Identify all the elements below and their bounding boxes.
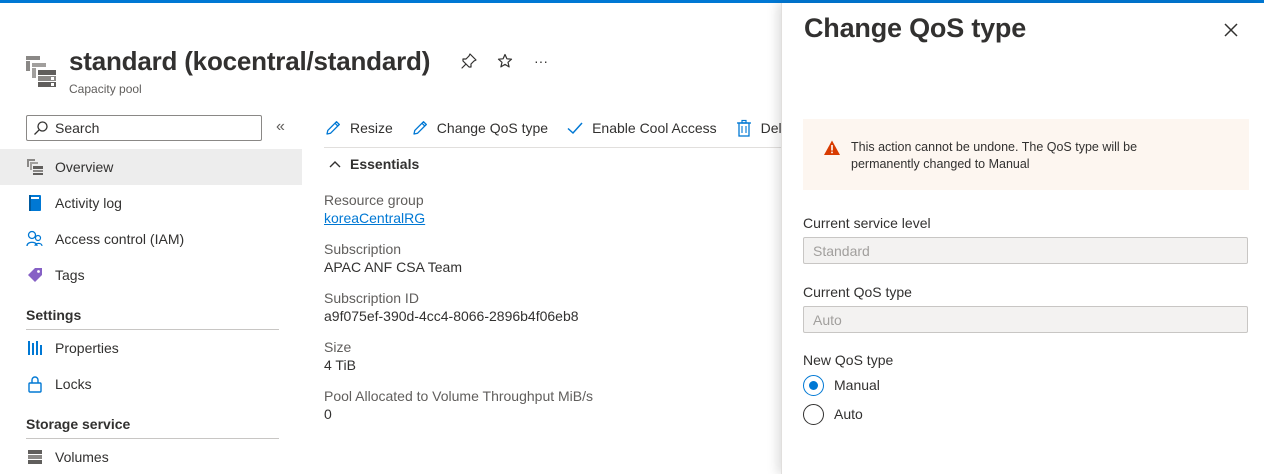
iam-icon [26, 230, 44, 248]
sidebar-item-volumes[interactable]: Volumes [0, 439, 302, 474]
page-subtitle: Capacity pool [69, 82, 142, 96]
sidebar-item-label: Properties [55, 340, 119, 356]
essentials-toggle[interactable]: Essentials [328, 156, 419, 172]
current-service-level-field: Current service level [803, 214, 1248, 264]
prop-subscription-id: Subscription ID a9f075ef-390d-4cc4-8066-… [324, 290, 579, 324]
warning-banner: This action cannot be undone. The QoS ty… [803, 119, 1249, 190]
capacity-pool-icon [24, 54, 60, 90]
resize-button[interactable]: Resize [324, 119, 393, 137]
title-actions: ··· [460, 52, 550, 70]
prop-size: Size 4 TiB [324, 339, 356, 373]
star-icon[interactable] [496, 52, 514, 70]
resource-group-link[interactable]: koreaCentralRG [324, 209, 593, 228]
warning-text: This action cannot be undone. The QoS ty… [851, 140, 1138, 171]
capacity-pool-icon [26, 158, 44, 176]
qos-option-auto[interactable]: Auto [803, 403, 893, 425]
radio-selected-icon[interactable] [803, 374, 824, 396]
trash-icon [736, 119, 751, 137]
current-qos-type-field: Current QoS type [803, 283, 1248, 333]
lock-icon [26, 375, 44, 393]
sidebar-item-label: Access control (IAM) [55, 231, 185, 247]
sidebar-item-label: Volumes [55, 449, 109, 465]
new-qos-type-field: New QoS type Manual Auto [803, 351, 893, 432]
pin-icon[interactable] [460, 52, 478, 70]
sidebar-item-activity-log[interactable]: Activity log [0, 185, 302, 221]
checkmark-icon [567, 122, 583, 135]
warning-icon [823, 139, 841, 157]
collapse-nav-icon[interactable]: « [276, 118, 285, 136]
more-actions-icon[interactable]: ··· [532, 52, 550, 70]
sidebar-item-tags[interactable]: Tags [0, 257, 302, 293]
current-service-level-input [803, 237, 1248, 264]
sidebar-item-overview[interactable]: Overview [0, 149, 302, 185]
volumes-icon [26, 448, 44, 466]
command-bar-divider [324, 147, 782, 148]
sidebar-item-label: Locks [55, 376, 92, 392]
activity-log-icon [26, 194, 44, 212]
change-qos-type-button[interactable]: Change QoS type [411, 119, 548, 137]
resource-header: standard (kocentral/standard) Capacity p… [24, 46, 430, 96]
essentials-properties: Resource group koreaCentralRG Subscripti… [324, 191, 593, 436]
prop-resource-group: Resource group koreaCentralRG [324, 191, 593, 228]
blade-title: Change QoS type [804, 13, 1027, 43]
change-qos-blade: Change QoS type This action cannot be un… [781, 3, 1264, 474]
qos-option-manual[interactable]: Manual [803, 374, 893, 396]
sidebar-nav: Overview Activity log Access control (IA… [0, 149, 302, 474]
current-qos-type-input [803, 306, 1248, 333]
pencil-icon [326, 121, 340, 135]
nav-section-storage-service: Storage service [26, 416, 131, 432]
chevron-up-icon [329, 161, 341, 168]
command-bar: Resize Change QoS type Enable Cool Acces… [324, 113, 819, 143]
search-input[interactable] [55, 120, 255, 136]
nav-search-box[interactable] [26, 115, 262, 141]
prop-throughput: Pool Allocated to Volume Throughput MiB/… [324, 388, 594, 422]
nav-section-settings: Settings [26, 307, 82, 323]
sidebar-item-properties[interactable]: Properties [0, 330, 302, 366]
properties-icon [26, 339, 44, 357]
close-icon[interactable] [1222, 21, 1240, 39]
sidebar-item-label: Overview [55, 159, 114, 175]
sidebar-item-label: Activity log [55, 195, 122, 211]
sidebar-item-locks[interactable]: Locks [0, 366, 302, 402]
tag-icon [26, 266, 44, 284]
search-icon [34, 121, 48, 135]
sidebar-item-label: Tags [55, 267, 85, 283]
radio-unselected-icon[interactable] [803, 403, 824, 425]
page-title: standard (kocentral/standard) [69, 46, 431, 76]
prop-subscription: Subscription APAC ANF CSA Team [324, 241, 462, 275]
enable-cool-access-button[interactable]: Enable Cool Access [566, 119, 717, 137]
pencil-icon [413, 121, 427, 135]
sidebar-item-iam[interactable]: Access control (IAM) [0, 221, 302, 257]
